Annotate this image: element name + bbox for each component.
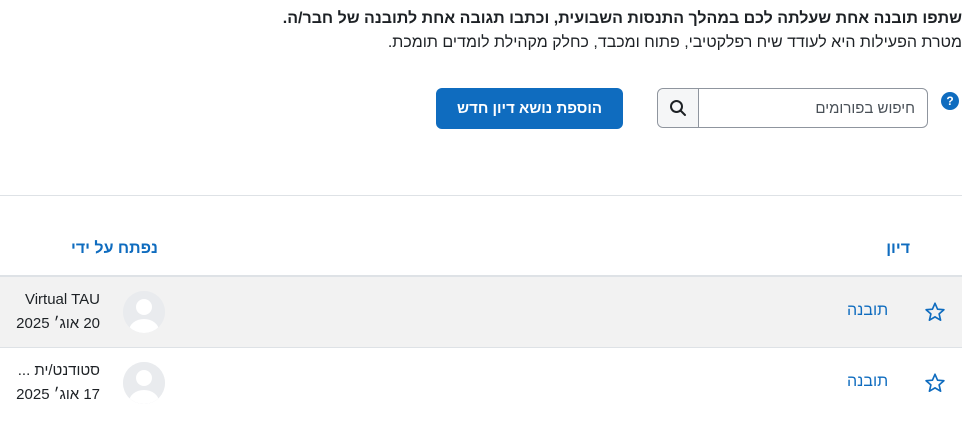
forum-search — [657, 88, 928, 128]
star-icon[interactable] — [924, 301, 946, 323]
section-divider — [0, 195, 962, 196]
avatar[interactable] — [123, 291, 165, 333]
add-discussion-button[interactable]: הוספת נושא דיון חדש — [436, 88, 623, 129]
author-name[interactable]: סטודנט/ית ... — [18, 362, 100, 379]
search-button[interactable] — [658, 89, 699, 127]
search-input[interactable] — [699, 89, 927, 127]
forum-intro: שתפו תובנה אחת שעלתה לכם במהלך התנסות הש… — [62, 7, 962, 55]
forum-page: שתפו תובנה אחת שעלתה לכם במהלך התנסות הש… — [0, 0, 980, 440]
discussion-topic-link[interactable]: תובנה — [847, 373, 888, 391]
help-icon[interactable]: ? — [941, 92, 959, 110]
column-header-started-by[interactable]: נפתח על ידי — [71, 240, 158, 258]
star-icon[interactable] — [924, 372, 946, 394]
user-placeholder-icon — [123, 362, 165, 404]
post-date: 20 אוג׳ 2025 — [16, 315, 100, 332]
table-row: תובנה סטודנט/ית ... 17 אוג׳ 2025 — [0, 348, 962, 418]
table-row: תובנה Virtual TAU 20 אוג׳ 2025 — [0, 277, 962, 348]
post-date: 17 אוג׳ 2025 — [16, 386, 100, 403]
user-placeholder-icon — [123, 291, 165, 333]
discussion-topic-link[interactable]: תובנה — [847, 302, 888, 320]
forum-instruction: שתפו תובנה אחת שעלתה לכם במהלך התנסות הש… — [282, 10, 962, 27]
author-name[interactable]: Virtual TAU — [25, 291, 100, 308]
forum-purpose: מטרת הפעילות היא לעודד שיח רפלקטיבי, פתו… — [387, 34, 962, 51]
column-header-discussion[interactable]: דיון — [886, 240, 910, 258]
search-icon — [670, 100, 686, 116]
avatar[interactable] — [123, 362, 165, 404]
